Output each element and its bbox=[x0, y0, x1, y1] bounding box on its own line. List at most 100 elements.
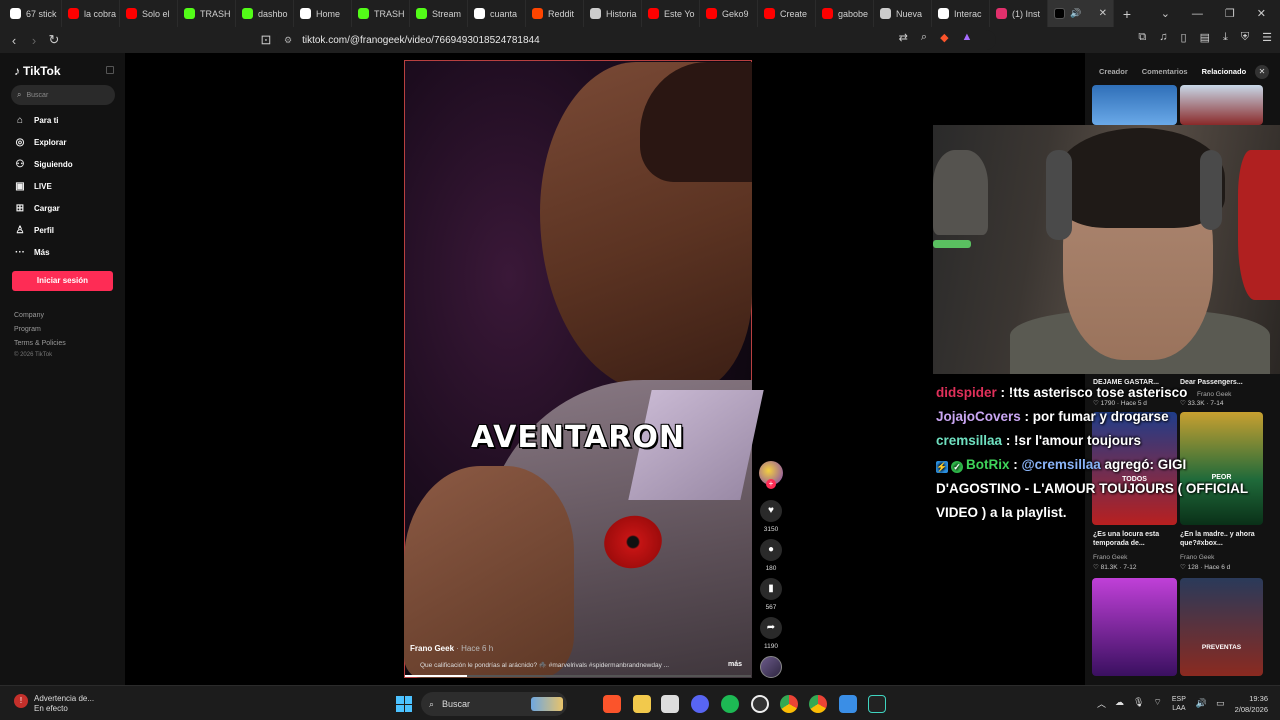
collapse-sidebar-icon[interactable] bbox=[106, 66, 114, 74]
browser-tab[interactable]: Historia bbox=[584, 0, 642, 27]
browser-tab[interactable]: Nueva bbox=[874, 0, 932, 27]
footer-link-program[interactable]: Program bbox=[14, 326, 41, 333]
browser-tab[interactable]: 67 stick bbox=[4, 0, 62, 27]
related-title-4[interactable]: ¿En la madre.. y ahora que?#xbox... bbox=[1180, 530, 1262, 548]
menu-icon[interactable]: ☰ bbox=[1262, 31, 1272, 44]
tab-search-icon[interactable]: ⌄ bbox=[1161, 7, 1170, 20]
mic-icon[interactable]: 🎙 bbox=[1133, 697, 1144, 710]
related-thumb-5[interactable] bbox=[1092, 578, 1177, 676]
tiktok-logo[interactable]: ♪ TikTok bbox=[14, 64, 61, 78]
browser-tab[interactable]: Reddit bbox=[526, 0, 584, 27]
login-button[interactable]: Iniciar sesión bbox=[12, 271, 113, 291]
spotify-icon[interactable] bbox=[721, 695, 739, 713]
browser-tab[interactable]: Geko9 bbox=[700, 0, 758, 27]
volume-icon[interactable]: 🔊 bbox=[1196, 698, 1207, 709]
sidebar-item-cargar[interactable]: ⊞ Cargar bbox=[14, 203, 60, 214]
brave-shield-icon[interactable]: ◆ bbox=[940, 31, 948, 44]
chrome-icon[interactable] bbox=[780, 695, 798, 713]
browser-tab[interactable]: Este Yo bbox=[642, 0, 700, 27]
clock[interactable]: 19:36 2/08/2026 bbox=[1235, 693, 1268, 715]
sidebar-icon[interactable]: ▯ bbox=[1181, 31, 1187, 44]
active-browser-tab[interactable]: 🔊 ✕ bbox=[1048, 0, 1114, 27]
search-input[interactable]: ⌕ Buscar bbox=[11, 85, 115, 105]
browser-tab[interactable]: Solo el bbox=[120, 0, 178, 27]
forward-icon[interactable]: › bbox=[24, 33, 44, 48]
footer-link-company[interactable]: Company bbox=[14, 312, 44, 319]
browser-tab[interactable]: cuanta bbox=[468, 0, 526, 27]
related-thumb-1[interactable] bbox=[1092, 85, 1177, 125]
related-author-4[interactable]: Frano Geek bbox=[1180, 554, 1214, 561]
windows-start-icon[interactable] bbox=[396, 696, 412, 712]
share-button[interactable]: ➦ bbox=[760, 617, 782, 639]
browser-tab[interactable]: (1) Inst bbox=[990, 0, 1048, 27]
wifi-icon[interactable]: ⌔ bbox=[1153, 697, 1161, 710]
comment-button[interactable]: ● bbox=[760, 539, 782, 561]
browser-tab[interactable]: Home bbox=[294, 0, 352, 27]
battery-icon[interactable]: ▭ bbox=[1216, 698, 1225, 709]
browser-tab[interactable]: dashbo bbox=[236, 0, 294, 27]
maximize-icon[interactable]: ❐ bbox=[1225, 7, 1235, 20]
tray-overflow-icon[interactable]: ︿ bbox=[1097, 697, 1106, 710]
close-panel-icon[interactable]: ✕ bbox=[1255, 65, 1269, 79]
browser-tab[interactable]: gabobe bbox=[816, 0, 874, 27]
zoom-icon[interactable]: ⌕ bbox=[921, 31, 927, 44]
sound-avatar[interactable] bbox=[760, 656, 782, 678]
new-tab-icon[interactable]: + bbox=[1114, 6, 1140, 22]
audio-playing-icon[interactable]: 🔊 bbox=[1070, 8, 1081, 19]
browser-tab[interactable]: TRASH bbox=[178, 0, 236, 27]
minimize-icon[interactable]: — bbox=[1192, 8, 1203, 20]
video-progress-bar[interactable] bbox=[405, 675, 751, 677]
file-explorer-icon[interactable] bbox=[633, 695, 651, 713]
browser-tab[interactable]: Interac bbox=[932, 0, 990, 27]
browser-tab[interactable]: la cobra bbox=[62, 0, 120, 27]
sidebar-item-para-ti[interactable]: ⌂ Para ti bbox=[14, 115, 59, 126]
save-button[interactable]: ▮ bbox=[760, 578, 782, 600]
creator-avatar[interactable]: + bbox=[759, 461, 783, 489]
sidebar-item-m-s[interactable]: ··· Más bbox=[14, 247, 50, 258]
related-title-3[interactable]: ¿Es una locura esta temporada de... bbox=[1093, 530, 1173, 548]
brave-rewards-icon[interactable]: ▲ bbox=[962, 31, 973, 44]
obs-icon[interactable] bbox=[751, 695, 769, 713]
chrome-profile-icon[interactable] bbox=[809, 695, 827, 713]
bookmark-icon[interactable]: ⊡ bbox=[256, 32, 276, 48]
taskbar-notification[interactable]: ! Advertencia de... En efecto bbox=[14, 694, 94, 714]
tab-relacionado[interactable]: Relacionado bbox=[1202, 67, 1247, 76]
browser-tab[interactable]: TRASH bbox=[352, 0, 410, 27]
close-window-icon[interactable]: ✕ bbox=[1257, 7, 1266, 20]
url-text[interactable]: tiktok.com/@franogeek/video/766949301852… bbox=[302, 35, 540, 46]
brave-app-icon[interactable] bbox=[603, 695, 621, 713]
close-tab-icon[interactable]: ✕ bbox=[1099, 8, 1107, 19]
footer-link-terms[interactable]: Terms & Policies bbox=[14, 340, 66, 347]
notepad-icon[interactable] bbox=[839, 695, 857, 713]
site-info-icon[interactable]: ⚙ bbox=[284, 35, 292, 46]
download-icon[interactable]: ⤓ bbox=[1223, 31, 1228, 44]
like-button[interactable]: ♥ bbox=[760, 500, 782, 522]
terminal-icon[interactable] bbox=[868, 695, 886, 713]
tab-creador[interactable]: Creador bbox=[1099, 67, 1128, 76]
reload-icon[interactable]: ↻ bbox=[44, 32, 64, 48]
sidebar-item-explorar[interactable]: ◎ Explorar bbox=[14, 137, 67, 148]
extensions-icon[interactable]: ⧉ bbox=[1138, 31, 1146, 44]
follow-plus-icon[interactable]: + bbox=[766, 479, 776, 489]
translate-icon[interactable]: ⇄ bbox=[899, 31, 908, 44]
browser-tab[interactable]: Stream bbox=[410, 0, 468, 27]
browser-tab[interactable]: Create bbox=[758, 0, 816, 27]
related-thumb-6[interactable]: PREVENTAS bbox=[1180, 578, 1263, 676]
related-thumb-2[interactable] bbox=[1180, 85, 1263, 125]
snipping-tool-icon[interactable] bbox=[661, 695, 679, 713]
network-icon[interactable]: ☁ bbox=[1115, 697, 1124, 710]
related-author-3[interactable]: Frano Geek bbox=[1093, 554, 1127, 561]
sidebar-item-live[interactable]: ▣ LIVE bbox=[14, 181, 52, 192]
back-icon[interactable]: ‹ bbox=[4, 33, 24, 48]
video-more-link[interactable]: más bbox=[728, 661, 742, 668]
video-author[interactable]: Frano Geek · Hace 6 h bbox=[410, 644, 493, 653]
sidebar-item-perfil[interactable]: ♙ Perfil bbox=[14, 225, 55, 236]
vpn-icon[interactable]: ⛨ bbox=[1241, 31, 1249, 44]
taskbar-search[interactable]: ⌕ Buscar bbox=[421, 692, 567, 716]
language-indicator[interactable]: ESP LAA bbox=[1172, 695, 1186, 713]
video-author-name[interactable]: Frano Geek bbox=[410, 644, 454, 653]
address-bar[interactable]: ⚙ tiktok.com/@franogeek/video/7669493018… bbox=[276, 30, 996, 50]
sidebar-item-siguiendo[interactable]: ⚇ Siguiendo bbox=[14, 159, 73, 170]
tab-comentarios[interactable]: Comentarios bbox=[1142, 67, 1188, 76]
wallet-icon[interactable]: ▤ bbox=[1200, 31, 1210, 44]
